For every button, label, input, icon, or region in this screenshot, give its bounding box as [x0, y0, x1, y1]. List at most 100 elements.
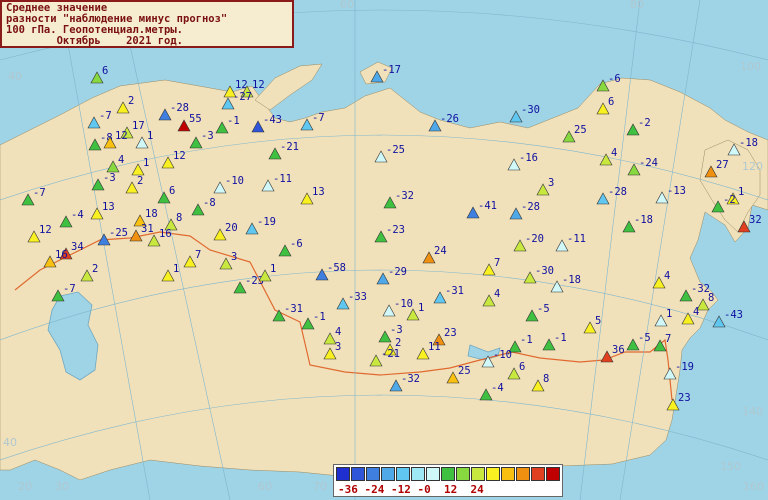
- station-value: 7: [494, 257, 500, 269]
- station-value: -28: [521, 201, 540, 213]
- station-value: 7: [665, 333, 671, 345]
- station-value: 2: [128, 95, 134, 107]
- station-value: 55: [189, 113, 202, 125]
- station-value: 1: [666, 308, 672, 320]
- station-value: -27: [233, 91, 252, 103]
- station-value: 4: [664, 270, 670, 282]
- station-value: 31: [141, 223, 154, 235]
- legend-swatch: [501, 467, 515, 481]
- legend-swatch: [471, 467, 485, 481]
- legend-swatch: [366, 467, 380, 481]
- graticule-label: 60: [340, 0, 354, 11]
- graticule-label: 140: [742, 405, 763, 418]
- station-value: -10: [493, 349, 512, 361]
- station-value: -23: [386, 224, 405, 236]
- station-value: -32: [401, 373, 420, 385]
- legend-swatch: [546, 467, 560, 481]
- station-value: 6: [608, 96, 614, 108]
- station-value: -32: [395, 190, 414, 202]
- station-value: -18: [739, 137, 758, 149]
- station-value: -2: [638, 117, 651, 129]
- station-value: -13: [667, 185, 686, 197]
- map-title-box: Среднее значение разности "наблюдение ми…: [0, 0, 294, 48]
- station-value: 8: [176, 212, 182, 224]
- station-value: 12: [115, 130, 128, 142]
- station-value: 2: [92, 263, 98, 275]
- station-value: -1: [313, 311, 326, 323]
- station-value: -30: [535, 265, 554, 277]
- station-value: -7: [63, 283, 76, 295]
- legend-swatch: [381, 467, 395, 481]
- station-value: 1: [738, 186, 744, 198]
- station-value: 7: [195, 249, 201, 261]
- graticule-label: 70: [313, 480, 327, 493]
- station-value: -58: [327, 262, 346, 274]
- station-value: -4: [491, 382, 504, 394]
- station-value: 3: [231, 251, 237, 263]
- legend-swatch: [336, 467, 350, 481]
- map-canvas: 506080401001201404020306070160150 6217-7…: [0, 0, 768, 500]
- station-value: 11: [428, 341, 441, 353]
- station-value: -30: [521, 104, 540, 116]
- station-value: 32: [749, 214, 762, 226]
- station-value: -4: [71, 209, 84, 221]
- graticule-label: 100: [740, 60, 761, 73]
- station-value: 1: [270, 263, 276, 275]
- station-value: 12: [252, 79, 265, 91]
- station-value: 13: [312, 186, 325, 198]
- station-value: -1: [520, 334, 533, 346]
- station-value: 25: [574, 124, 587, 136]
- legend-swatch: [441, 467, 455, 481]
- station-value: -7: [312, 112, 325, 124]
- station-value: 23: [678, 392, 691, 404]
- station-value: -25: [386, 144, 405, 156]
- station-value: 24: [434, 245, 447, 257]
- station-value: -31: [284, 303, 303, 315]
- station-value: 4: [693, 306, 699, 318]
- station-value: -21: [280, 141, 299, 153]
- legend-swatch: [426, 467, 440, 481]
- station-value: -5: [638, 332, 651, 344]
- station-value: 16: [159, 228, 172, 240]
- station-value: 18: [145, 208, 158, 220]
- legend-swatch: [456, 467, 470, 481]
- station-value: -41: [478, 200, 497, 212]
- station-value: -8: [203, 197, 216, 209]
- station-value: 27: [716, 159, 729, 171]
- station-value: -18: [634, 214, 653, 226]
- station-value: 6: [519, 361, 525, 373]
- station-value: -11: [273, 173, 292, 185]
- legend-swatch: [486, 467, 500, 481]
- station-value: 1: [418, 302, 424, 314]
- graticule-label: 60: [258, 480, 272, 493]
- station-value: 4: [118, 154, 124, 166]
- station-value: -28: [608, 186, 627, 198]
- station-value: -5: [537, 303, 550, 315]
- station-value: -11: [567, 233, 586, 245]
- graticule-label: 150: [720, 460, 741, 473]
- station-value: 4: [494, 288, 500, 300]
- station-value: -16: [519, 152, 538, 164]
- station-value: -2: [723, 194, 736, 206]
- station-value: -18: [562, 274, 581, 286]
- station-value: 8: [708, 292, 714, 304]
- station-value: 4: [335, 326, 341, 338]
- station-value: -20: [525, 233, 544, 245]
- station-value: -1: [227, 115, 240, 127]
- legend-swatch: [516, 467, 530, 481]
- station-value: 4: [611, 147, 617, 159]
- graticule-label: 30: [55, 480, 69, 493]
- graticule-label: 160: [743, 480, 764, 493]
- station-value: -3: [201, 130, 214, 142]
- station-value: 20: [225, 222, 238, 234]
- legend-labels: -36 -24 -12 -0 12 24: [338, 483, 484, 496]
- station-value: -7: [99, 110, 112, 122]
- station-value: 16: [55, 249, 68, 261]
- legend-swatch: [531, 467, 545, 481]
- station-value: 1: [147, 130, 153, 142]
- station-value: 6: [169, 185, 175, 197]
- station-value: -43: [724, 309, 743, 321]
- station-value: 1: [143, 157, 149, 169]
- station-value: 12: [173, 150, 186, 162]
- graticule-label: 20: [18, 480, 32, 493]
